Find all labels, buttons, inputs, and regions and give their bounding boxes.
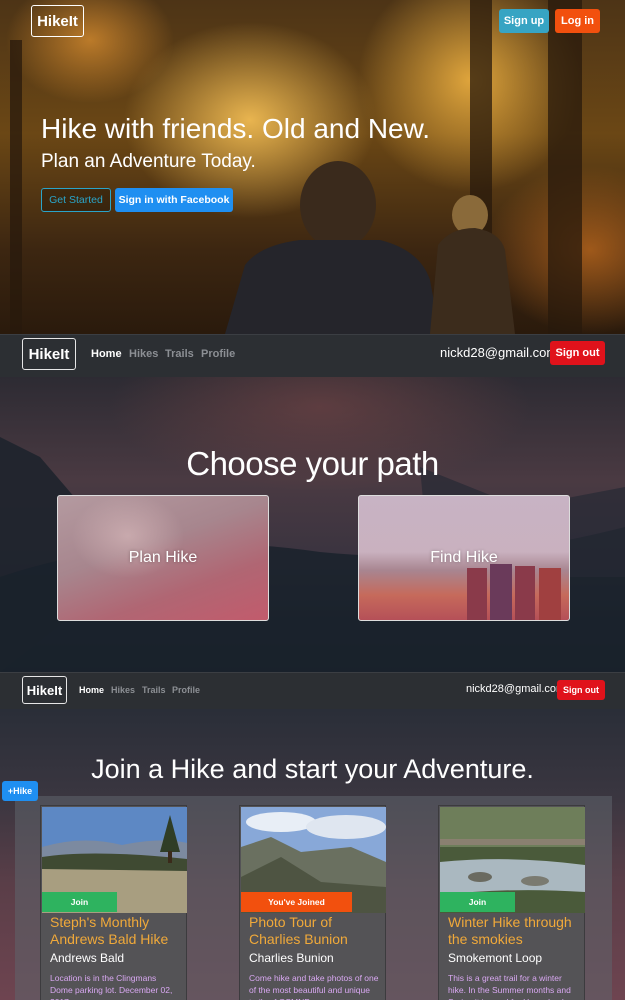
find-hike-label: Find Hike	[430, 549, 498, 566]
signup-button[interactable]: Sign up	[499, 9, 549, 33]
signout-button[interactable]: Sign out	[557, 680, 605, 700]
user-email: nickd28@gmail.com	[440, 345, 558, 360]
choose-path-section: Choose your path Plan Hike Find Hike	[0, 377, 625, 672]
hike-trail: Andrews Bald	[50, 951, 125, 965]
hero-headline: Hike with friends. Old and New.	[41, 113, 431, 144]
nav-link-trails[interactable]: Trails	[142, 685, 166, 695]
nav-link-home[interactable]: Home	[79, 685, 104, 695]
hero-subheadline: Plan an Adventure Today.	[41, 151, 256, 172]
join-hike-title: Join a Hike and start your Adventure.	[91, 754, 534, 784]
find-hike-card[interactable]: Find Hike	[358, 495, 570, 621]
hike-title[interactable]: Steph's Monthly Andrews Bald Hike	[50, 914, 185, 948]
navbar-logo[interactable]: HikeIt	[22, 676, 67, 704]
plan-hike-label: Plan Hike	[128, 549, 198, 566]
secondary-navbar: HikeIt Home Hikes Trails Profile nickd28…	[0, 672, 625, 709]
nav-link-trails[interactable]: Trails	[165, 348, 194, 360]
signout-button[interactable]: Sign out	[550, 341, 605, 365]
hike-card[interactable]: Join Steph's Monthly Andrews Bald Hike A…	[40, 805, 187, 1000]
nav-link-profile[interactable]: Profile	[172, 685, 200, 695]
joined-badge[interactable]: You've Joined	[241, 892, 352, 912]
get-started-button[interactable]: Get Started	[41, 188, 111, 212]
nav-link-hikes[interactable]: Hikes	[111, 685, 135, 695]
hike-card[interactable]: Join Winter Hike through the smokies Smo…	[438, 805, 585, 1000]
hike-trail: Charlies Bunion	[249, 951, 334, 965]
main-navbar: HikeIt Home Hikes Trails Profile nickd28…	[0, 334, 625, 377]
user-email: nickd28@gmail.com	[466, 683, 566, 695]
nav-link-home[interactable]: Home	[91, 348, 122, 360]
add-hike-button[interactable]: +Hike	[2, 781, 38, 801]
login-button[interactable]: Log in	[555, 9, 600, 33]
logo[interactable]: HikeIt	[31, 5, 84, 37]
navbar-logo[interactable]: HikeIt	[22, 338, 76, 370]
hike-description: This is a great trail for a winter hike.…	[448, 973, 571, 1000]
nav-link-profile[interactable]: Profile	[201, 348, 235, 360]
hike-title[interactable]: Photo Tour of Charlies Bunion	[249, 914, 384, 948]
choose-path-title: Choose your path	[186, 445, 439, 482]
nav-link-hikes[interactable]: Hikes	[129, 348, 158, 360]
join-button[interactable]: Join	[440, 892, 515, 912]
join-hike-section: Join a Hike and start your Adventure. +H…	[0, 709, 625, 1000]
hike-description: Come hike and take photos of one of the …	[249, 973, 379, 1000]
facebook-signin-button[interactable]: Sign in with Facebook	[115, 188, 233, 212]
hike-title[interactable]: Winter Hike through the smokies	[448, 914, 583, 948]
hike-trail: Smokemont Loop	[448, 951, 543, 965]
join-button[interactable]: Join	[42, 892, 117, 912]
hero-section: HikeIt Sign up Log in Hike with friends.…	[0, 0, 625, 334]
plan-hike-card[interactable]: Plan Hike	[57, 495, 269, 621]
hike-description: Location is in the Clingmans Dome parkin…	[50, 973, 173, 1000]
hike-card[interactable]: You've Joined Photo Tour of Charlies Bun…	[239, 805, 386, 1000]
